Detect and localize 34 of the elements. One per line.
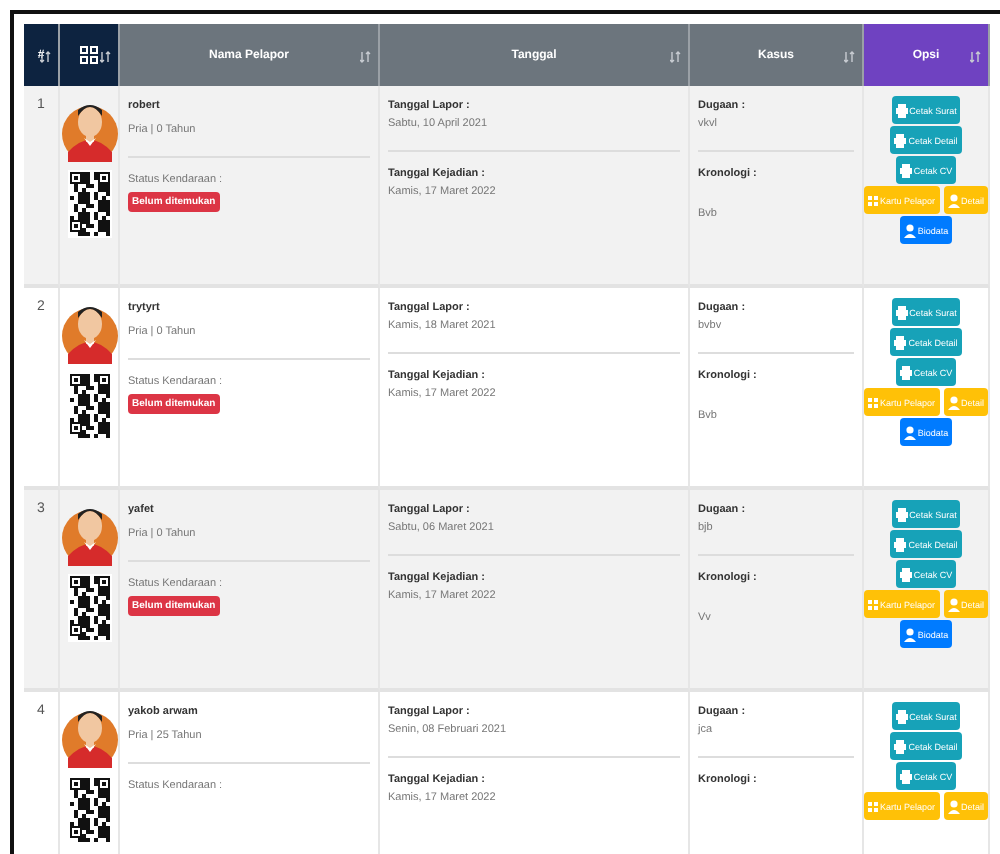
sort-icon: [844, 50, 856, 64]
qr-code-icon: [67, 776, 111, 844]
sort-icon: [40, 50, 52, 64]
user-icon: [903, 425, 916, 439]
printer-icon: [894, 335, 907, 349]
printer-icon: [899, 769, 912, 783]
printer-icon: [895, 507, 908, 521]
printer-icon: [899, 365, 912, 379]
user-icon: [947, 799, 960, 813]
user-icon: [947, 395, 960, 409]
printer-icon: [899, 163, 912, 177]
printer-icon: [895, 305, 908, 319]
grid-icon: [867, 195, 878, 205]
user-icon: [947, 597, 960, 611]
printer-icon: [895, 103, 908, 117]
printer-icon: [894, 537, 907, 551]
sort-icon: [670, 50, 682, 64]
grid-icon: [867, 599, 878, 609]
printer-icon: [894, 739, 907, 753]
qr-code-icon: [67, 372, 111, 440]
sort-icon: [360, 50, 372, 64]
grid-icon: [867, 801, 878, 811]
printer-icon: [899, 567, 912, 581]
grid-icon: [867, 397, 878, 407]
user-icon: [947, 193, 960, 207]
user-icon: [903, 627, 916, 641]
sort-icon: [970, 50, 982, 64]
qr-code-icon: [67, 170, 111, 238]
user-icon: [903, 223, 916, 237]
qr-code-icon: [67, 574, 111, 642]
printer-icon: [895, 709, 908, 723]
sort-icon: [100, 50, 112, 64]
printer-icon: [894, 133, 907, 147]
grid-icon: [80, 46, 98, 64]
